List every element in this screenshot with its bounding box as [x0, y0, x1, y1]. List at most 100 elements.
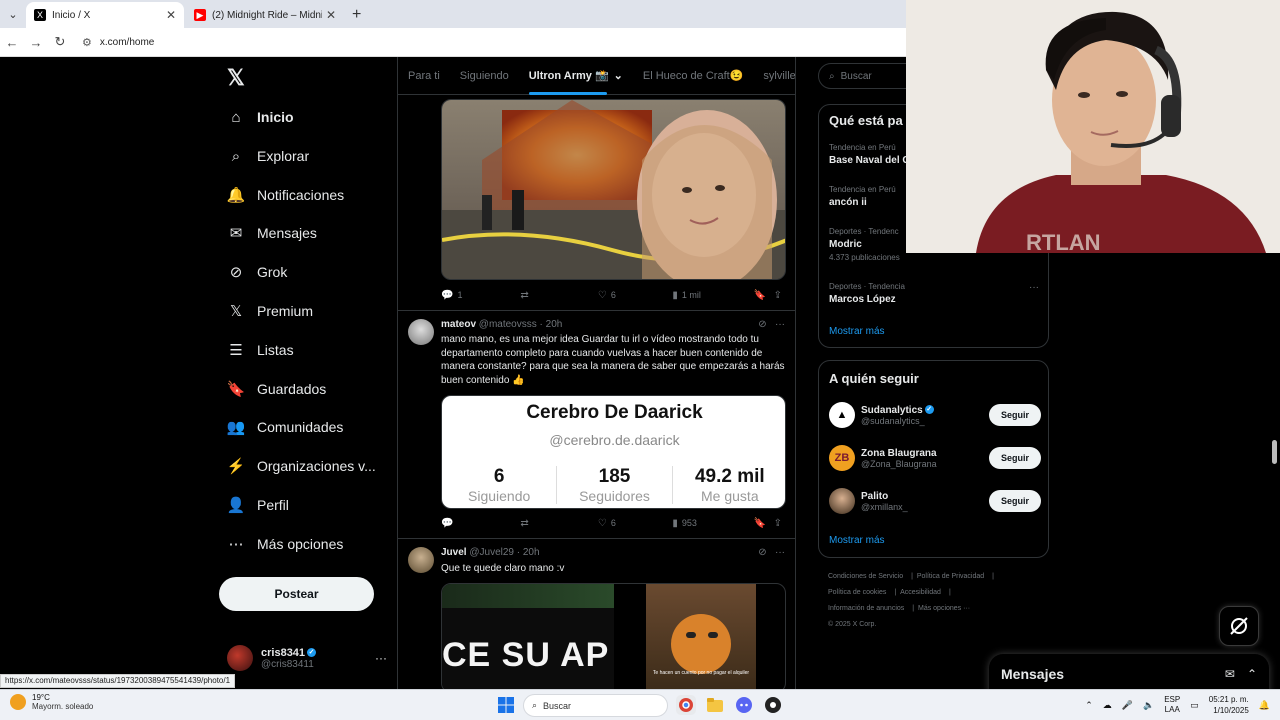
sidebar-item-label: Grok	[257, 264, 288, 280]
sidebar-item-perfil[interactable]: 👤 Perfil	[227, 490, 289, 520]
views-button[interactable]: ▮ 1 mil	[672, 290, 753, 301]
site-info-icon[interactable]: ⚙	[82, 36, 92, 49]
who-to-follow-title: A quién seguir	[829, 371, 919, 386]
messages-drawer[interactable]: Mensajes ✉ ⌃	[989, 654, 1269, 689]
author-meta[interactable]: @Juvel29 · 20h	[469, 547, 539, 558]
cloud-icon[interactable]: ☁	[1103, 700, 1112, 711]
back-icon[interactable]: ←	[0, 35, 24, 50]
volume-icon[interactable]: 🔈	[1143, 700, 1154, 711]
close-tab-icon[interactable]: ✕	[166, 8, 176, 22]
windows-start-icon[interactable]	[498, 697, 514, 713]
post-image[interactable]: CE SU AP Te hacen un cuento por no pagar…	[441, 583, 786, 689]
account-switcher[interactable]: cris8341 ✓ @cris83411 ···	[227, 642, 387, 674]
chevron-up-icon[interactable]: ⌃	[1085, 700, 1093, 711]
language-indicator[interactable]: ESP LAA	[1164, 695, 1180, 715]
footer-link[interactable]: Política de cookies	[828, 589, 886, 596]
tab-youtube[interactable]: ▶ (2) Midnight Ride – Midnight R ✕	[186, 2, 344, 28]
mic-icon[interactable]: 🎤	[1122, 700, 1133, 711]
grok-fab-button[interactable]	[1219, 606, 1259, 646]
footer-link[interactable]: Accesibilidad	[900, 589, 941, 596]
post-tools: ⊘ ···	[758, 319, 785, 330]
author-name[interactable]: Juvel	[441, 547, 467, 558]
sidebar-item-guardados[interactable]: 🔖 Guardados	[227, 374, 327, 404]
tab-el-hueco[interactable]: El Hueco de Craft😉	[633, 57, 754, 95]
weather-widget[interactable]: 19°C Mayorm. soleado	[10, 693, 93, 711]
show-more-link[interactable]: Mostrar más	[829, 326, 885, 337]
repost-button[interactable]: ⇄	[520, 518, 597, 529]
sidebar-item-listas[interactable]: ☰ Listas	[227, 335, 293, 365]
reload-icon[interactable]: ↻	[48, 34, 72, 50]
taskbar-search[interactable]: ⌕ Buscar	[523, 694, 668, 717]
footer-link[interactable]: Más opciones ···	[918, 605, 970, 612]
address-bar[interactable]: ⚙ x.com/home	[82, 36, 154, 49]
sidebar-item-inicio[interactable]: ⌂ Inicio	[227, 102, 293, 132]
author-meta[interactable]: @mateovsss · 20h	[479, 319, 563, 330]
close-tab-icon[interactable]: ✕	[326, 8, 336, 22]
follow-suggestion[interactable]: ▲ Sudanalytics ✓ @sudanalytics_ Seguir	[829, 400, 1041, 430]
repost-button[interactable]: ⇄	[520, 290, 597, 301]
more-icon[interactable]: ···	[775, 319, 785, 330]
tab-ultron-army[interactable]: Ultron Army 📸 ⌄	[519, 57, 633, 95]
more-icon[interactable]: ···	[1029, 282, 1039, 293]
bookmark-button[interactable]: 🔖	[754, 518, 774, 529]
forward-icon[interactable]: →	[24, 35, 48, 50]
sidebar-item-mensajes[interactable]: ✉ Mensajes	[227, 218, 317, 248]
sidebar-item-explorar[interactable]: ⌕ Explorar	[227, 141, 309, 171]
avatar[interactable]	[408, 547, 434, 573]
expand-icon[interactable]: ⌃	[1247, 667, 1257, 681]
follow-button[interactable]: Seguir	[989, 447, 1041, 469]
file-explorer-icon[interactable]	[705, 695, 725, 715]
chrome-icon[interactable]	[676, 695, 696, 715]
share-button[interactable]: ⇪	[774, 290, 786, 301]
clock[interactable]: 05:21 p. m. 1/10/2025	[1209, 694, 1249, 716]
follow-button[interactable]: Seguir	[989, 404, 1041, 426]
like-button[interactable]: ♡ 6	[598, 290, 672, 301]
trend-item[interactable]: Deportes · Tendencia Marcos López ···	[829, 282, 1039, 305]
x-favicon-icon: X	[34, 9, 46, 21]
like-button[interactable]: ♡ 6	[598, 518, 672, 529]
grok-icon[interactable]: ⊘	[758, 547, 766, 558]
tab-inicio[interactable]: X Inicio / X ✕	[26, 2, 184, 28]
network-icon[interactable]: ▭	[1190, 700, 1199, 711]
more-icon[interactable]: ···	[375, 651, 387, 665]
avatar[interactable]	[408, 319, 434, 345]
grok-icon[interactable]: ⊘	[758, 319, 766, 330]
sidebar-item-notificaciones[interactable]: 🔔 Notificaciones	[227, 180, 345, 210]
tab-list-chevron-icon[interactable]: ⌄	[0, 0, 26, 28]
sidebar-item-premium[interactable]: 𝕏 Premium	[227, 296, 313, 326]
new-tab-icon[interactable]: +	[352, 2, 361, 28]
account-name: cris8341 ✓	[261, 646, 317, 659]
sidebar-item-comunidades[interactable]: 👥 Comunidades	[227, 412, 344, 442]
follow-suggestion[interactable]: Palito @xmillanx_ Seguir	[829, 486, 1041, 516]
post-button[interactable]: Postear	[219, 577, 374, 611]
tab-sylville[interactable]: sylville	[753, 57, 795, 95]
share-button[interactable]: ⇪	[774, 518, 786, 529]
views-button[interactable]: ▮ 953	[672, 518, 753, 529]
notification-icon[interactable]: 🔔	[1259, 700, 1270, 711]
reply-button[interactable]: 💬	[441, 518, 520, 529]
sidebar-item-organizaciones-v[interactable]: ⚡ Organizaciones v...	[227, 451, 376, 481]
author-name[interactable]: mateov	[441, 319, 476, 330]
discord-icon[interactable]	[734, 695, 754, 715]
footer-link[interactable]: Condiciones de Servicio	[828, 573, 903, 580]
show-more-link[interactable]: Mostrar más	[829, 535, 885, 546]
obs-icon[interactable]	[763, 695, 783, 715]
post-image[interactable]	[441, 99, 786, 280]
views-icon: ▮	[672, 289, 678, 301]
tab-siguiendo[interactable]: Siguiendo	[450, 57, 519, 95]
sidebar-item-m-s-opciones[interactable]: ⋯ Más opciones	[227, 529, 344, 559]
post-image[interactable]: Cerebro De Daarick @cerebro.de.daarick 6…	[441, 395, 786, 509]
footer-link[interactable]: Política de Privacidad	[917, 573, 984, 580]
more-circle-icon: ⋯	[228, 536, 244, 553]
sidebar-item-grok[interactable]: ⊘ Grok	[227, 257, 288, 287]
x-logo-icon[interactable]: 𝕏	[227, 65, 245, 91]
footer-link[interactable]: Información de anuncios	[828, 605, 904, 612]
follow-suggestion[interactable]: ZB Zona Blaugrana @Zona_Blaugrana Seguir	[829, 443, 1041, 473]
follow-button[interactable]: Seguir	[989, 490, 1041, 512]
new-message-icon[interactable]: ✉	[1225, 667, 1235, 681]
more-icon[interactable]: ···	[775, 547, 785, 558]
bookmark-button[interactable]: 🔖	[754, 290, 774, 301]
reply-button[interactable]: 💬 1	[441, 290, 520, 301]
tab-para-ti[interactable]: Para ti	[398, 57, 450, 95]
scrollbar-thumb[interactable]	[1272, 440, 1277, 464]
